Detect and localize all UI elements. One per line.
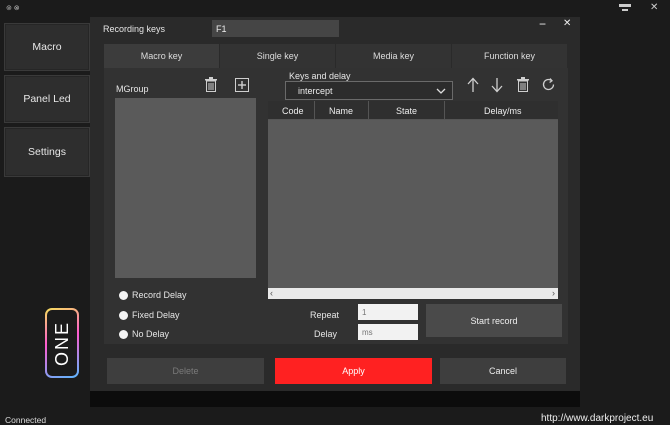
tray-icon[interactable] <box>618 3 632 15</box>
tab-macro-key[interactable]: Macro key <box>104 44 220 68</box>
macro-table: Code Name State Delay/ms ‹ › <box>268 101 558 299</box>
tab-single-key[interactable]: Single key <box>220 44 336 68</box>
add-icon[interactable] <box>234 77 249 92</box>
radio-circle <box>119 310 128 320</box>
refresh-icon[interactable] <box>540 76 556 92</box>
sidebar-item-settings[interactable]: Settings <box>4 127 90 177</box>
column-name[interactable]: Name <box>329 106 353 116</box>
sidebar-item-macro[interactable]: Macro <box>4 23 90 71</box>
tab-media-key[interactable]: Media key <box>336 44 452 68</box>
fixed-delay-radio[interactable]: Fixed Delay <box>119 310 180 320</box>
sidebar-item-label: Macro <box>32 41 62 53</box>
minimize-icon[interactable]: − <box>539 17 546 31</box>
recording-keys-label: Recording keys <box>103 24 166 34</box>
arrow-up-icon[interactable] <box>466 76 480 94</box>
trash-icon[interactable] <box>204 76 218 92</box>
repeat-input[interactable] <box>358 304 418 320</box>
start-record-button[interactable]: Start record <box>426 304 562 337</box>
radio-circle <box>119 290 128 300</box>
connection-status: Connected <box>5 415 47 425</box>
chevron-down-icon <box>436 86 446 96</box>
trash-icon[interactable] <box>516 76 530 92</box>
one-logo: ONE <box>45 308 79 378</box>
repeat-label: Repeat <box>310 310 340 320</box>
sidebar-item-label: Settings <box>28 146 66 158</box>
column-divider <box>368 101 369 120</box>
cancel-button[interactable]: Cancel <box>440 358 566 384</box>
horizontal-scrollbar[interactable]: ‹ › <box>268 288 558 299</box>
arrow-down-icon[interactable] <box>490 76 504 94</box>
recording-keys-field[interactable]: F1 <box>212 20 339 37</box>
website-link[interactable]: http://www.darkproject.eu <box>541 413 653 424</box>
mgroup-list[interactable] <box>115 98 256 278</box>
scroll-left-icon[interactable]: ‹ <box>270 288 273 298</box>
close-app-icon[interactable]: ✕ <box>650 2 658 13</box>
delete-button[interactable]: Delete <box>107 358 264 384</box>
scroll-right-icon[interactable]: › <box>552 288 555 298</box>
radio-circle <box>119 329 128 339</box>
table-header: Code Name State Delay/ms <box>268 101 558 120</box>
column-code[interactable]: Code <box>282 106 304 116</box>
dialog-footer-strip <box>90 391 580 407</box>
no-delay-radio[interactable]: No Delay <box>119 329 169 339</box>
tab-function-key[interactable]: Function key <box>452 44 568 68</box>
apply-button[interactable]: Apply <box>275 358 432 384</box>
delay-label: Delay <box>314 329 338 339</box>
sidebar-item-panel-led[interactable]: Panel Led <box>4 75 90 123</box>
macro-tabs: Macro key Single key Media key Function … <box>104 44 568 68</box>
column-state[interactable]: State <box>396 106 417 116</box>
column-delay[interactable]: Delay/ms <box>484 106 522 116</box>
sidebar-item-label: Panel Led <box>23 93 71 105</box>
record-delay-radio[interactable]: Record Delay <box>119 290 187 300</box>
column-divider <box>314 101 315 120</box>
keys-delay-select[interactable]: intercept <box>285 81 453 100</box>
keys-delay-label: Keys and delay <box>289 71 351 81</box>
app-badge: ⊚ ⊗ <box>6 5 20 12</box>
column-divider <box>444 101 445 120</box>
delay-input[interactable] <box>358 324 418 340</box>
close-icon[interactable]: ✕ <box>563 18 571 29</box>
mgroup-label: MGroup <box>116 84 149 94</box>
